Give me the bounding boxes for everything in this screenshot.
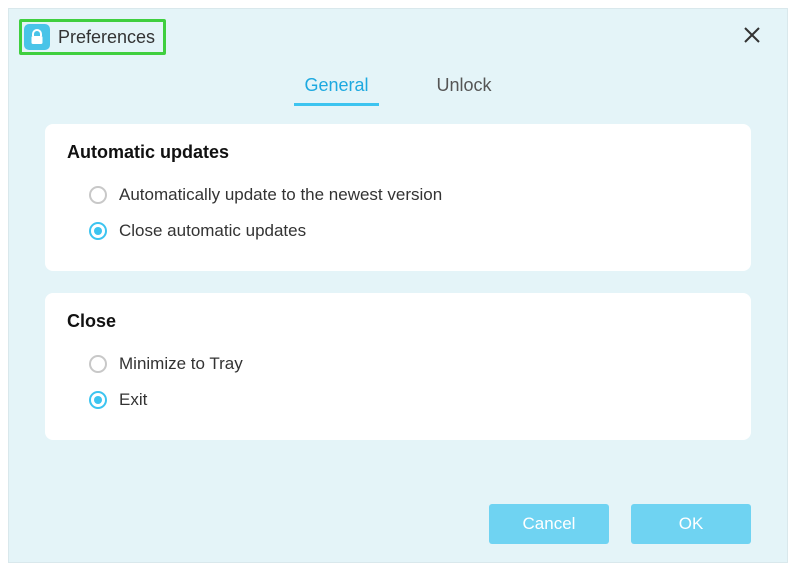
cancel-button[interactable]: Cancel <box>489 504 609 544</box>
radio-icon <box>89 186 107 204</box>
title-group: Preferences <box>19 19 166 55</box>
preferences-dialog: Preferences General Unlock Automatic upd… <box>8 8 788 563</box>
section-close: Close Minimize to Tray Exit <box>45 293 751 440</box>
tabs: General Unlock <box>9 61 787 106</box>
radio-exit[interactable]: Exit <box>67 382 729 418</box>
radio-icon <box>89 391 107 409</box>
section-title: Automatic updates <box>67 142 729 163</box>
radio-label: Minimize to Tray <box>119 354 243 374</box>
radio-icon <box>89 355 107 373</box>
window-title: Preferences <box>58 27 155 48</box>
radio-auto-update[interactable]: Automatically update to the newest versi… <box>67 177 729 213</box>
radio-label: Close automatic updates <box>119 221 306 241</box>
section-automatic-updates: Automatic updates Automatically update t… <box>45 124 751 271</box>
section-title: Close <box>67 311 729 332</box>
radio-close-updates[interactable]: Close automatic updates <box>67 213 729 249</box>
tab-general[interactable]: General <box>300 69 372 106</box>
radio-icon <box>89 222 107 240</box>
content-general: Automatic updates Automatically update t… <box>9 106 787 490</box>
dialog-footer: Cancel OK <box>9 490 787 562</box>
radio-label: Automatically update to the newest versi… <box>119 185 442 205</box>
radio-label: Exit <box>119 390 147 410</box>
ok-button[interactable]: OK <box>631 504 751 544</box>
tab-unlock[interactable]: Unlock <box>433 69 496 106</box>
radio-minimize-tray[interactable]: Minimize to Tray <box>67 346 729 382</box>
titlebar: Preferences <box>9 9 787 61</box>
lock-icon <box>24 24 50 50</box>
close-icon[interactable] <box>735 21 769 53</box>
